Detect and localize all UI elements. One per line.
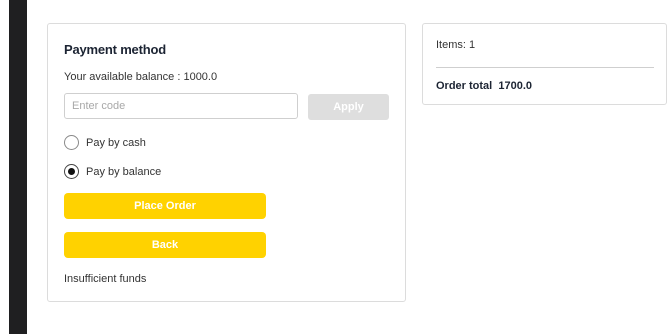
- back-button[interactable]: Back: [64, 232, 266, 258]
- promo-code-input[interactable]: [64, 93, 298, 119]
- summary-divider: [436, 67, 654, 68]
- available-balance-text: Your available balance : 1000.0: [64, 71, 218, 83]
- order-total-label: Order total: [436, 80, 493, 92]
- order-total: Order total 1700.0: [436, 80, 532, 92]
- insufficient-funds-message: Insufficient funds: [64, 273, 147, 285]
- pay-by-balance-radio[interactable]: [64, 164, 79, 179]
- payment-method-title: Payment method: [64, 42, 166, 57]
- left-dark-bar: [9, 0, 27, 334]
- order-summary-card: Items: 1 Order total 1700.0: [422, 23, 667, 105]
- items-count: Items: 1: [436, 39, 476, 51]
- pay-by-cash-option[interactable]: Pay by cash: [64, 135, 146, 150]
- apply-button[interactable]: Apply: [308, 94, 389, 120]
- place-order-button[interactable]: Place Order: [64, 193, 266, 219]
- pay-by-cash-radio[interactable]: [64, 135, 79, 150]
- pay-by-cash-label: Pay by cash: [86, 136, 146, 149]
- pay-by-balance-label: Pay by balance: [86, 165, 162, 178]
- pay-by-balance-option[interactable]: Pay by balance: [64, 164, 161, 179]
- order-total-value: 1700.0: [498, 80, 533, 92]
- payment-method-card: Payment method Your available balance : …: [47, 23, 406, 302]
